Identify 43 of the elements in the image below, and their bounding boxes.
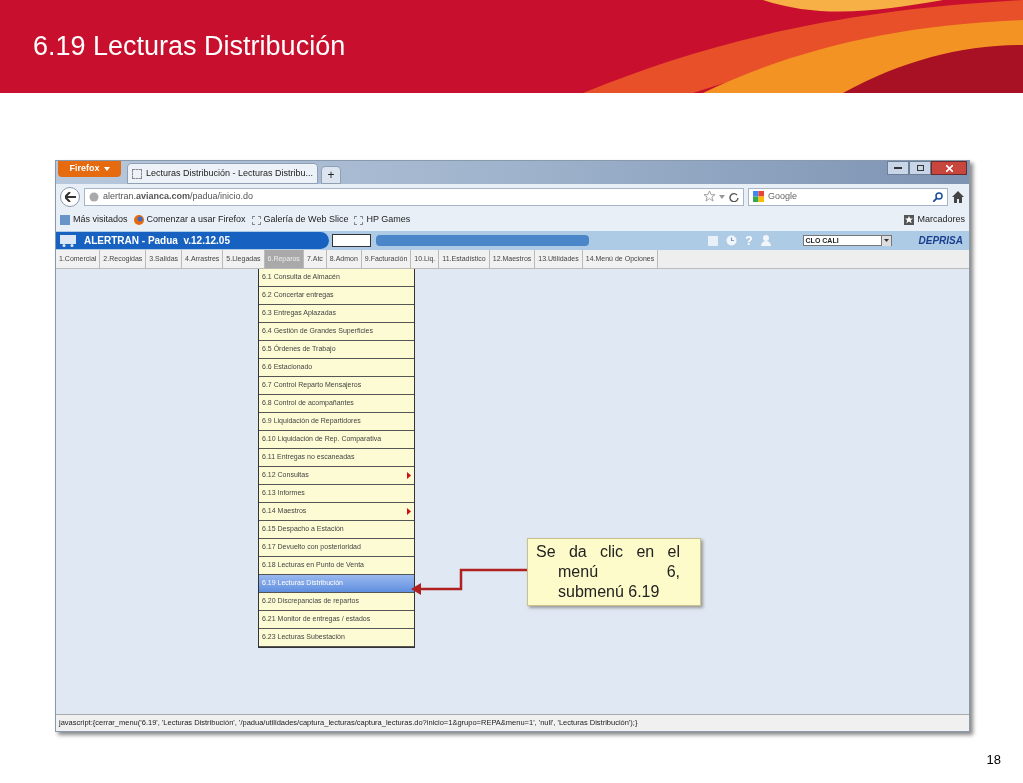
search-field[interactable]: Google [748,187,948,206]
fox-globe-icon [133,215,144,225]
page-number: 18 [986,751,1001,769]
user-icon [760,235,771,246]
new-tab-button[interactable]: + [321,166,342,184]
url-field[interactable]: alertran.avianca.com/padua/inicio.do [84,187,744,206]
bookmark-icon [60,215,70,225]
page-icon [354,215,364,225]
minimize-button[interactable] [887,161,909,175]
slide-title: 6.19 Lecturas Distribución [33,30,346,64]
close-icon [945,164,953,172]
back-arrow-icon [64,191,76,202]
page-icon [251,215,261,225]
bookmark-item[interactable]: Más visitados [60,213,128,227]
callout-note: Se da clic en el menú 6, submenú 6.19 [527,538,701,606]
back-button[interactable] [60,186,80,207]
maximize-button[interactable] [909,161,931,175]
bookmarks-menu[interactable]: Marcadores [904,213,965,227]
tab-title: Lecturas Distribución - Lecturas Distribu... [146,166,314,180]
bookmark-item[interactable]: HP Games [354,213,411,227]
reload-icon [729,191,739,202]
search-icon [933,191,943,202]
submenu-arrow-icon [407,508,411,515]
dropdown-icon [719,194,725,199]
bookmark-item[interactable]: Comenzar a usar Firefox [133,213,246,227]
browser-tab[interactable]: Lecturas Distribución - Lecturas Distribu... [127,163,319,184]
star-icon [704,191,715,202]
page-icon [132,168,142,179]
search-input[interactable]: Google [768,189,929,204]
close-button[interactable] [931,161,967,175]
home-icon [952,190,964,203]
star-icon [904,215,915,225]
caret-icon [103,167,110,171]
dropdown-icon [880,235,891,246]
bookmark-item[interactable]: Galería de Web Slice [251,213,349,227]
code-field[interactable] [332,234,371,247]
truck-icon [60,234,76,247]
url-text: alertran.avianca.com/padua/inicio.do [103,189,254,203]
deprisa-logo: DEPRISA [918,234,963,248]
google-icon [753,191,764,202]
clock-icon [726,235,738,246]
app-title: ALERTRAN - Padua v.12.12.05 [84,234,230,248]
submenu-arrow-icon [407,472,411,479]
